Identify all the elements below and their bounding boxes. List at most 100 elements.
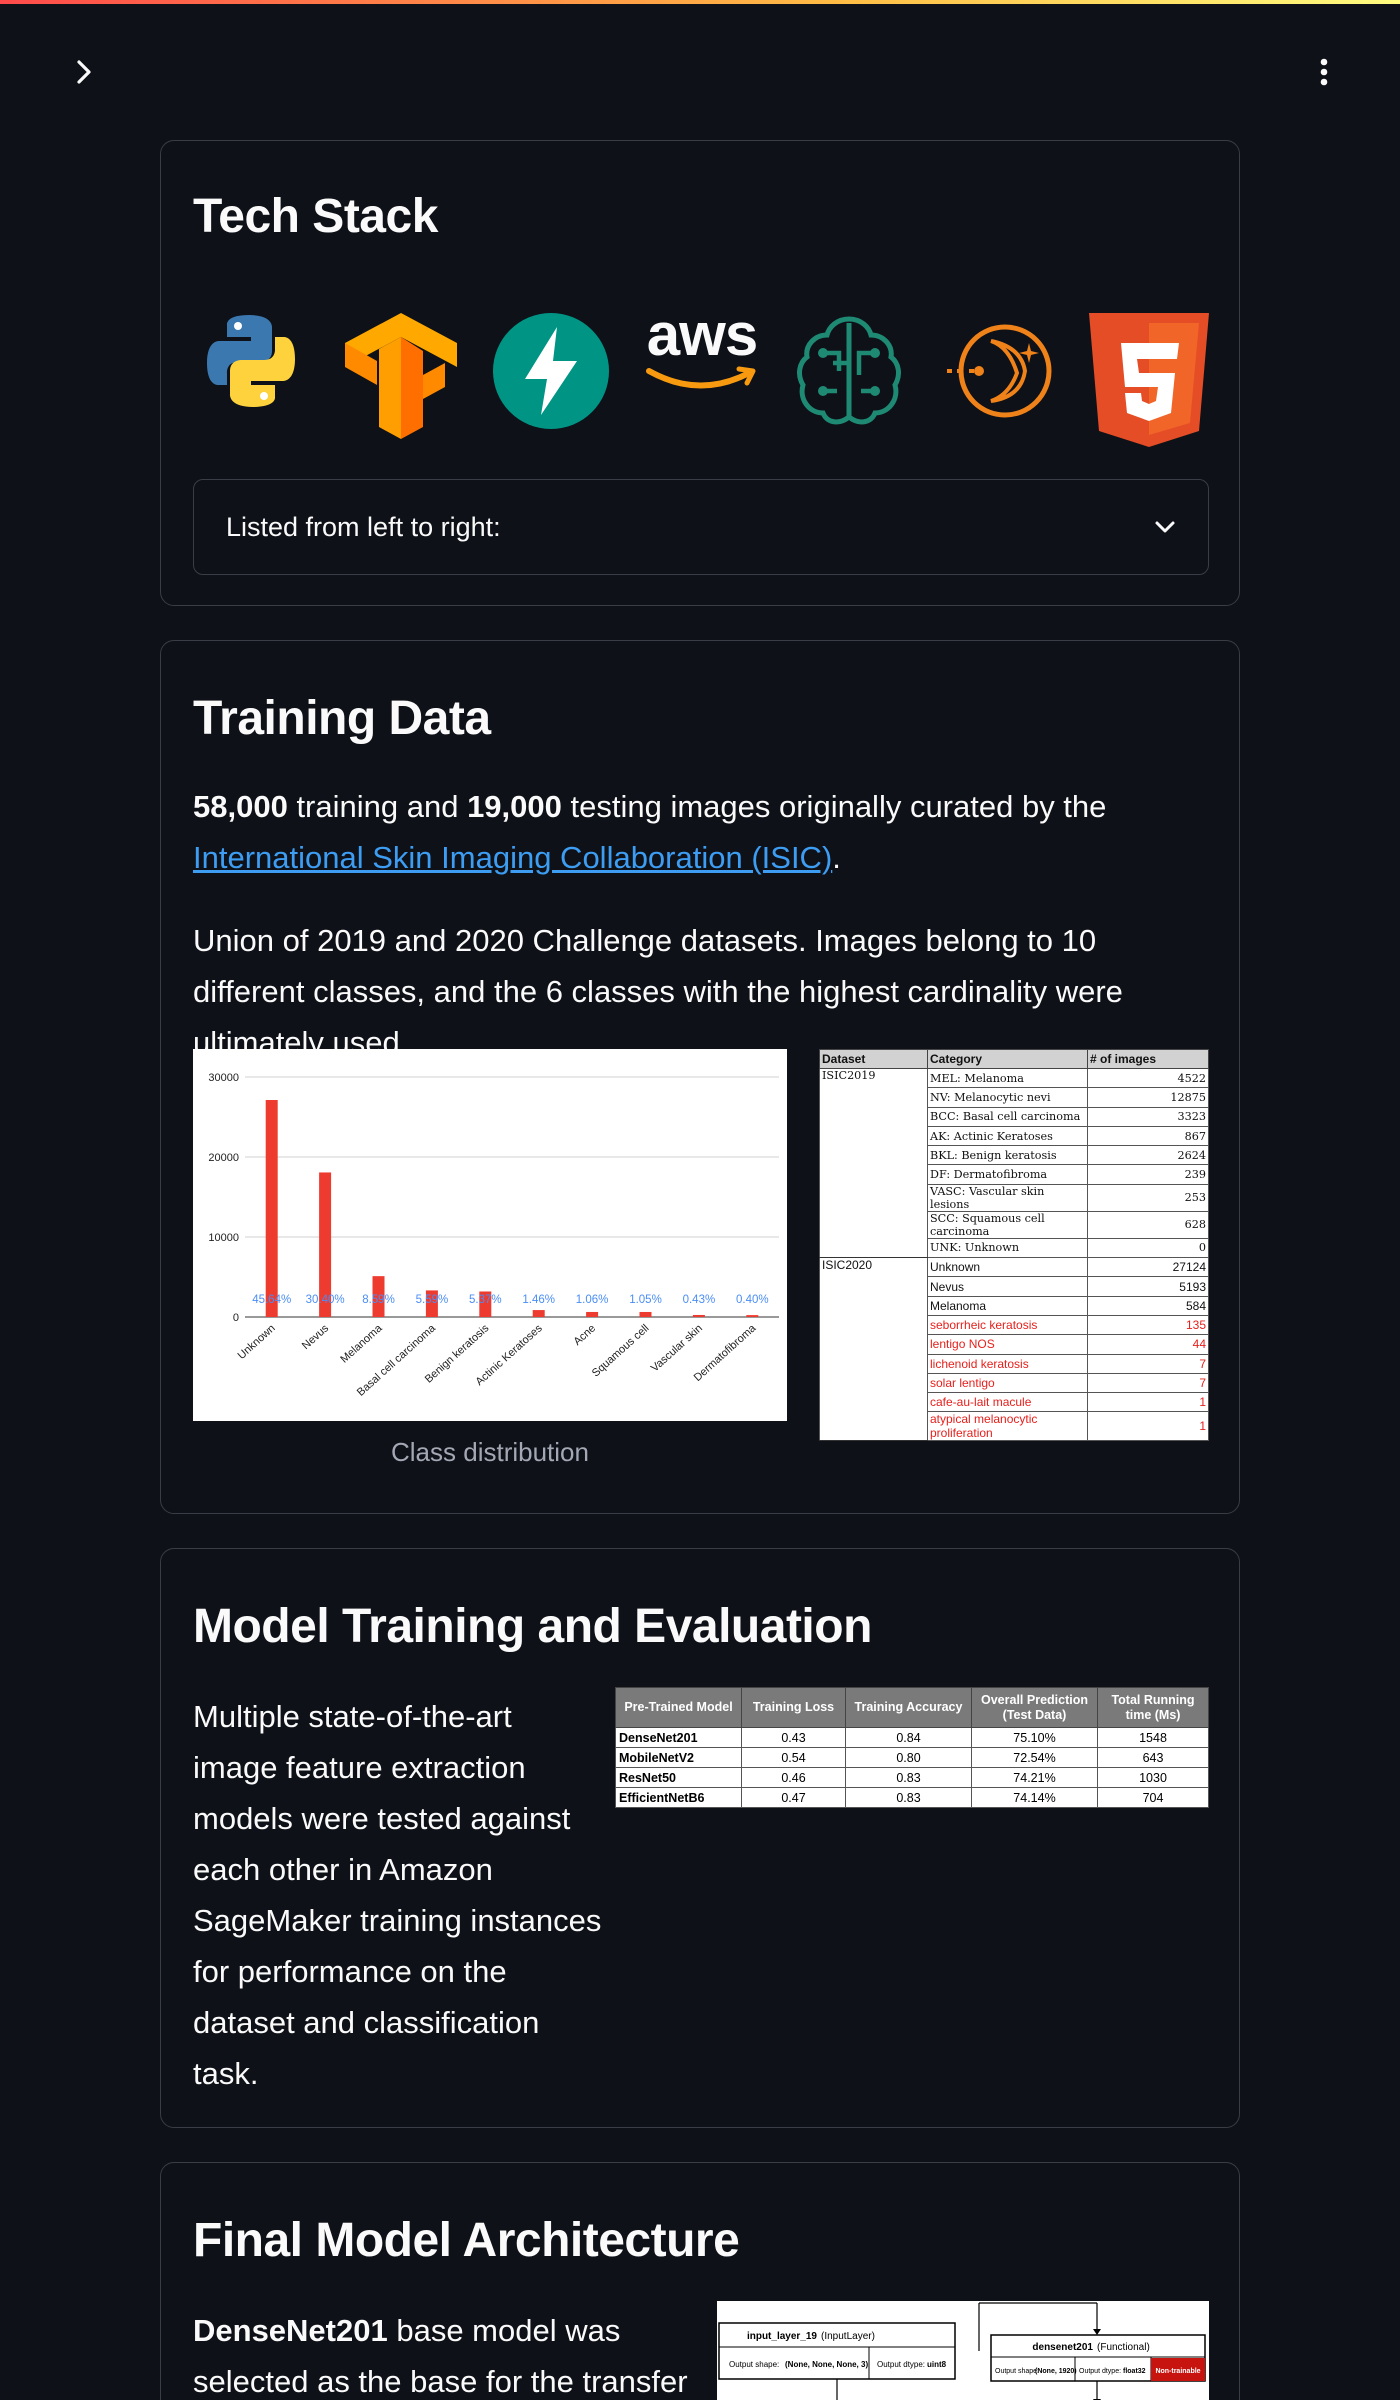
metric-cell: 0.83 (845, 1767, 972, 1788)
x-tick-label: Vascular skin (649, 1322, 705, 1374)
column-header: Pre-Trained Model (615, 1687, 742, 1728)
input-shape: (None, None, None, 3) (785, 2360, 868, 2369)
metric-cell: 0.80 (845, 1747, 972, 1768)
model-name-cell: MobileNetV2 (615, 1747, 742, 1768)
metric-cell: 0.46 (741, 1767, 846, 1788)
densenet-name: densenet201 (1032, 2342, 1093, 2353)
category-cell: MEL: Melanoma (927, 1067, 1088, 1089)
text-fragment: testing images originally curated by the (561, 789, 1107, 824)
metric-cell: 1548 (1097, 1727, 1209, 1748)
column-header: Category (927, 1049, 1088, 1069)
bar (746, 1315, 759, 1317)
x-tick-label: Unknown (236, 1322, 278, 1362)
bar (265, 1100, 278, 1317)
metric-cell: 74.21% (971, 1767, 1098, 1788)
percent-label: 0.43% (683, 1294, 716, 1306)
non-trainable-badge: Non-trainable (1155, 2368, 1200, 2375)
count-cell: 628 (1087, 1210, 1209, 1239)
top-decoration-bar (0, 0, 1400, 4)
count-cell: 5193 (1087, 1276, 1209, 1297)
x-tick-label: Squamous cell (590, 1322, 652, 1379)
kebab-menu-icon (1320, 58, 1328, 86)
count-cell: 7 (1087, 1353, 1209, 1374)
percent-label: 45.64% (252, 1294, 291, 1306)
category-cell: Unknown (927, 1257, 1088, 1278)
percent-label: 8.59% (362, 1294, 395, 1306)
percent-label: 0.40% (736, 1294, 769, 1306)
bar (692, 1314, 705, 1317)
test-count: 19,000 (467, 789, 562, 824)
count-cell: 12875 (1087, 1087, 1209, 1108)
category-cell: Melanoma (927, 1295, 1088, 1316)
input-shape-label: Output shape: (729, 2360, 779, 2369)
bar (586, 1311, 599, 1317)
tech-stack-title: Tech Stack (193, 190, 438, 243)
aws-smile-icon (646, 366, 756, 389)
count-cell: 3323 (1087, 1106, 1209, 1127)
metric-cell: 0.54 (741, 1747, 846, 1768)
metric-cell: 0.47 (741, 1787, 846, 1808)
input-layer-name: input_layer_19 (747, 2331, 817, 2342)
dataset-table: Dataset Category # of images ISIC2019 MEL… (819, 1049, 1209, 1442)
final-architecture-paragraph: DenseNet201 base model was selected as t… (193, 2305, 713, 2400)
fastapi-logo (493, 313, 609, 429)
category-cell: VASC: Vascular skin lesions (927, 1183, 1088, 1212)
category-cell: atypical melanocytic proliferation (927, 1411, 1088, 1442)
category-cell: Nevus (927, 1276, 1088, 1297)
y-tick-label: 20000 (208, 1152, 239, 1164)
count-cell: 253 (1087, 1183, 1209, 1212)
percent-label: 1.06% (576, 1294, 609, 1306)
python-logo (207, 315, 295, 407)
architecture-diagram: input_layer_19 (InputLayer) Output shape… (717, 2301, 1209, 2400)
y-tick-label: 10000 (208, 1232, 239, 1244)
column-header: Overall Prediction (Test Data) (971, 1687, 1098, 1728)
bedrock-logo (947, 324, 1052, 418)
isic-link[interactable]: International Skin Imaging Collaboration… (193, 840, 832, 875)
count-cell: 44 (1087, 1334, 1209, 1355)
table-row: MobileNetV2 0.54 0.80 72.54% 643 (615, 1747, 1209, 1768)
sagemaker-logo (797, 316, 901, 425)
column-header: # of images (1087, 1049, 1209, 1069)
percent-label: 1.46% (522, 1294, 555, 1306)
chevron-right-icon (77, 60, 91, 84)
dataset-name: ISIC2019 (819, 1067, 928, 1259)
percent-label: 5.59% (416, 1294, 449, 1306)
metric-cell: 704 (1097, 1787, 1209, 1808)
x-tick-label: Melanoma (338, 1322, 385, 1366)
bar (639, 1311, 652, 1317)
model-name-cell: ResNet50 (615, 1767, 742, 1788)
metric-cell: 643 (1097, 1747, 1209, 1768)
model-training-paragraph: Multiple state-of-the-art image feature … (193, 1699, 602, 2091)
input-layer-type: (InputLayer) (821, 2331, 875, 2342)
category-cell: UNK: Unknown (927, 1237, 1088, 1259)
main-menu-button[interactable] (1304, 54, 1344, 90)
densenet-shape-label: Output shape: (995, 2368, 1039, 2375)
x-tick-label: Nevus (300, 1322, 332, 1352)
chevron-down-icon (1155, 521, 1175, 533)
metric-cell: 0.43 (741, 1727, 846, 1748)
percent-label: 30.40% (306, 1294, 345, 1306)
model-comparison-table: Pre-Trained Model Training Loss Training… (615, 1687, 1209, 1808)
densenet-shape: (None, 1920) (1035, 2368, 1077, 2375)
bar-chart-svg: 0 10000 20000 30000 45.64% Unknown 30.40% Nevus… (208, 1072, 779, 1399)
y-tick-label: 30000 (208, 1072, 239, 1084)
category-cell: BCC: Basal cell carcinoma (927, 1106, 1088, 1127)
count-cell: 584 (1087, 1295, 1209, 1316)
category-cell: lentigo NOS (927, 1334, 1088, 1355)
metric-cell: 75.10% (971, 1727, 1098, 1748)
percent-label: 1.05% (629, 1294, 662, 1306)
column-header: Total Running time (Ms) (1097, 1687, 1209, 1728)
category-cell: AK: Actinic Keratoses (927, 1125, 1088, 1147)
sidebar-expand-button[interactable] (62, 54, 106, 90)
category-cell: NV: Melanocytic nevi (927, 1087, 1088, 1108)
final-architecture-title: Final Model Architecture (193, 2214, 740, 2267)
expander-label: Listed from left to right: (226, 511, 501, 542)
model-training-title: Model Training and Evaluation (193, 1600, 872, 1653)
architecture-diagram-svg: input_layer_19 (InputLayer) Output shape… (718, 2302, 1206, 2400)
count-cell: 0 (1087, 1237, 1209, 1259)
tech-stack-card: Tech Stack aws Listed from left to right… (160, 140, 1240, 606)
tech-stack-expander[interactable]: Listed from left to right: (193, 479, 1209, 575)
count-cell: 27124 (1087, 1257, 1209, 1278)
count-cell: 1 (1087, 1411, 1209, 1442)
column-header: Training Loss (741, 1687, 846, 1728)
